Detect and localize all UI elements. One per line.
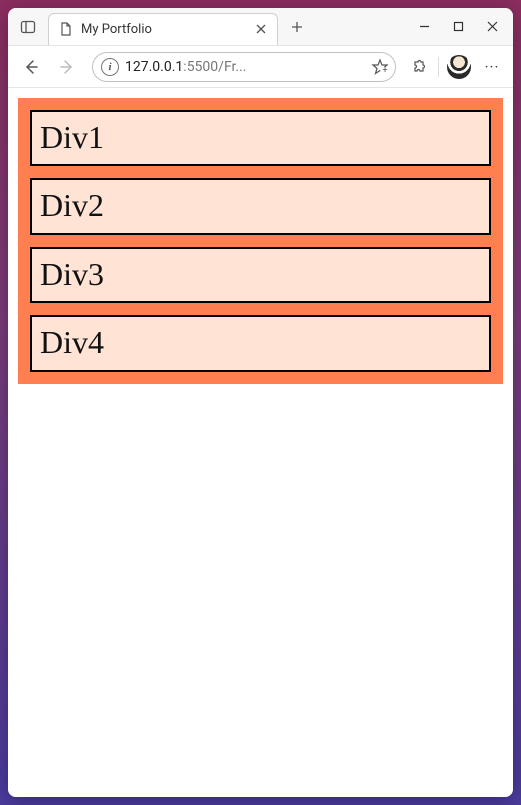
plus-badge-icon: + xyxy=(380,67,390,77)
toolbar: i 127.0.0.1:5500/Fr... + ··· xyxy=(8,46,513,88)
container-box: Div1 Div2 Div3 Div4 xyxy=(18,98,503,384)
extensions-button[interactable] xyxy=(404,52,434,82)
browser-window: My Portfolio xyxy=(8,8,513,797)
close-icon xyxy=(487,21,498,32)
info-icon: i xyxy=(108,61,111,73)
forward-button[interactable] xyxy=(50,50,84,84)
plus-icon xyxy=(291,21,303,33)
profile-avatar[interactable] xyxy=(447,55,471,79)
div-item: Div3 xyxy=(30,247,491,303)
maximize-icon xyxy=(453,21,464,32)
minimize-button[interactable] xyxy=(407,13,441,41)
back-button[interactable] xyxy=(14,50,48,84)
url-port: :5500 xyxy=(183,59,218,75)
close-icon xyxy=(256,24,266,34)
site-info-button[interactable]: i xyxy=(101,58,119,76)
tab-title: My Portfolio xyxy=(81,22,245,37)
puzzle-icon xyxy=(410,58,428,76)
file-icon xyxy=(59,22,73,36)
maximize-button[interactable] xyxy=(441,13,475,41)
tab-close-button[interactable] xyxy=(253,21,269,37)
arrow-right-icon xyxy=(58,58,76,76)
div-item: Div1 xyxy=(30,110,491,166)
arrow-left-icon xyxy=(22,58,40,76)
url-host: 127.0.0.1 xyxy=(125,59,183,75)
new-tab-button[interactable] xyxy=(282,12,312,42)
toolbar-separator xyxy=(438,57,439,77)
minimize-icon xyxy=(419,21,430,32)
tab-strip: My Portfolio xyxy=(8,8,513,46)
address-bar[interactable]: i 127.0.0.1:5500/Fr... + xyxy=(92,52,396,82)
url-path: /Fr... xyxy=(218,59,246,75)
favorite-button[interactable]: + xyxy=(371,58,389,76)
window-controls xyxy=(407,8,509,45)
page-viewport[interactable]: Div1 Div2 Div3 Div4 xyxy=(8,88,513,797)
url-text: 127.0.0.1:5500/Fr... xyxy=(125,59,365,75)
panel-icon xyxy=(20,19,36,35)
menu-button[interactable]: ··· xyxy=(477,52,507,82)
browser-tab[interactable]: My Portfolio xyxy=(48,13,278,45)
div-item: Div4 xyxy=(30,315,491,371)
close-window-button[interactable] xyxy=(475,13,509,41)
div-item: Div2 xyxy=(30,178,491,234)
more-icon: ··· xyxy=(485,58,500,76)
tab-actions-button[interactable] xyxy=(8,19,48,35)
